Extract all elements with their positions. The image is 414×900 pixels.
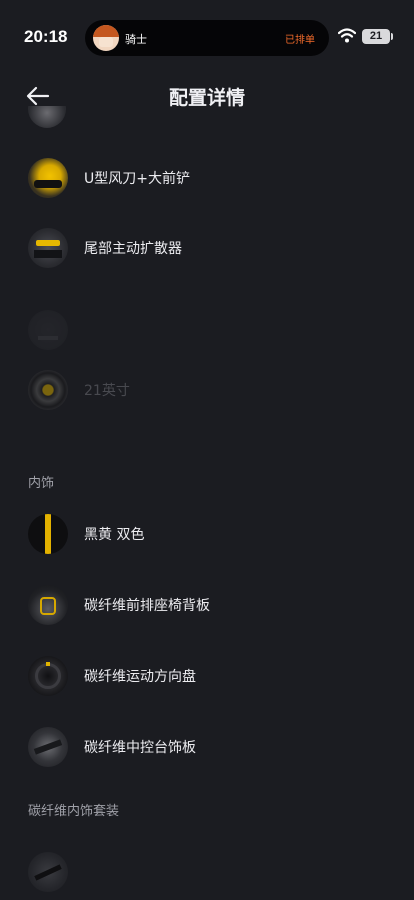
avatar (93, 25, 119, 51)
item-label: 碳纤维中控台饰板 (84, 740, 196, 756)
wheel-thumb (28, 370, 68, 410)
battery-tip (391, 33, 393, 40)
dynamic-island-pill[interactable]: 骑士 已排单 (85, 20, 329, 56)
black-yellow-stripe-thumb (28, 514, 68, 554)
section-title-interior-kit: 碳纤维内饰套装 (28, 804, 120, 819)
status-time: 20:18 (24, 27, 68, 46)
seat-back-thumb (28, 585, 68, 625)
rear-diffuser-thumb (28, 228, 68, 268)
list-item[interactable] (0, 300, 414, 360)
section-title-interior: 内饰 (28, 476, 55, 491)
item-label: U型风刀+大前铲 (84, 171, 190, 187)
list-item[interactable]: 21英寸 (0, 360, 414, 420)
list-item[interactable]: 尾部主动扩散器 (0, 218, 414, 278)
console-trim-thumb (28, 727, 68, 767)
list-item[interactable]: 碳纤维前排座椅背板 (0, 575, 414, 635)
list-item[interactable]: 碳纤维运动方向盘 (0, 646, 414, 706)
yellow-car-front-thumb (28, 158, 68, 198)
steering-wheel-thumb (28, 656, 68, 696)
item-label: 21英寸 (84, 383, 130, 399)
wifi-icon (338, 28, 356, 43)
pill-name: 骑士 (125, 33, 147, 46)
item-label: 黑黄 双色 (84, 527, 145, 543)
carbon-trim-thumb[interactable] (28, 852, 68, 900)
pill-status: 已排单 (285, 35, 315, 46)
item-label: 尾部主动扩散器 (84, 241, 182, 257)
list-item[interactable]: 碳纤维中控台饰板 (0, 717, 414, 777)
list-item[interactable]: 黑黄 双色 (0, 504, 414, 564)
battery-icon: 21 (362, 29, 390, 44)
status-bar: 20:18 骑士 已排单 21 (0, 0, 414, 74)
dark-part-thumb (28, 310, 68, 350)
item-label: 碳纤维前排座椅背板 (84, 598, 210, 614)
item-label: 碳纤维运动方向盘 (84, 669, 196, 685)
partial-thumb-icon (28, 106, 66, 128)
list-item[interactable]: U型风刀+大前铲 (0, 148, 414, 208)
